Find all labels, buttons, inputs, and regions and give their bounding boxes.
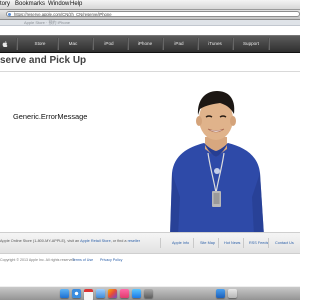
error-message: Generic.ErrorMessage xyxy=(13,112,88,121)
nav-separator xyxy=(92,38,93,50)
footer-link-rss-feeds[interactable]: RSS Feeds xyxy=(249,237,268,249)
finder-icon[interactable] xyxy=(60,289,69,298)
apple-staff-photo xyxy=(170,91,264,236)
address-bar[interactable]: https://reserve.apple.com/CN/zh_CN/reser… xyxy=(6,11,300,17)
footer-separator xyxy=(268,238,269,248)
app-store-icon[interactable] xyxy=(132,289,141,298)
footer-separator xyxy=(218,238,219,248)
preferences-icon[interactable] xyxy=(144,289,153,298)
photos-icon[interactable] xyxy=(108,289,117,298)
footer-link-hot-news[interactable]: Hot News xyxy=(224,237,240,249)
copyright-line: Copyright © 2013 Apple Inc. All rights r… xyxy=(0,256,300,264)
nav-support[interactable]: Support xyxy=(239,36,263,52)
music-icon[interactable] xyxy=(120,289,129,298)
footer-shop-middle: , or find a xyxy=(110,239,127,243)
mail-icon[interactable] xyxy=(96,289,105,298)
footer-link-apple-info[interactable]: Apple Info xyxy=(172,237,189,249)
nav-ipad[interactable]: iPad xyxy=(172,36,186,52)
menu-help[interactable]: Help xyxy=(70,0,82,9)
terms-of-use-link[interactable]: Terms of Use xyxy=(72,256,93,264)
apple-logo-icon[interactable] xyxy=(2,41,8,47)
footer-shop-text: Apple Online Store (1-800-MY-APPLE), vis… xyxy=(0,239,140,243)
page-title: serve and Pick Up xyxy=(0,55,87,66)
footer-link-site-map[interactable]: Site Map xyxy=(200,237,215,249)
footer-links: Apple Info Site Map Hot News RSS Feeds C… xyxy=(160,237,300,249)
nav-separator xyxy=(57,38,58,50)
title-divider xyxy=(0,71,300,72)
footer-shop-prefix: Apple Online Store (1-800-MY-APPLE), vis… xyxy=(0,239,80,243)
footer-separator xyxy=(160,238,161,248)
nav-separator xyxy=(162,38,163,50)
calendar-icon[interactable] xyxy=(84,289,93,300)
footer-reseller-link[interactable]: reseller xyxy=(128,239,140,243)
mac-menu-bar: tory Bookmarks Window Help xyxy=(0,0,300,10)
secure-site-icon xyxy=(8,13,11,16)
copyright-text: Copyright © 2013 Apple Inc. All rights r… xyxy=(0,258,76,262)
nav-ipod[interactable]: iPod xyxy=(102,36,116,52)
nav-mac[interactable]: Mac xyxy=(66,36,80,52)
address-url: https://reserve.apple.com/CN/zh_CN/reser… xyxy=(14,12,112,17)
menu-window[interactable]: Window xyxy=(48,0,69,9)
nav-iphone[interactable]: iPhone xyxy=(134,36,156,52)
nav-separator xyxy=(127,38,128,50)
privacy-policy-link[interactable]: Privacy Policy xyxy=(100,256,122,264)
footer-separator xyxy=(193,238,194,248)
store-subbar: Apple Store · 预约 iPhone xyxy=(0,20,300,26)
nav-separator xyxy=(197,38,198,50)
mac-dock xyxy=(0,286,300,300)
footer-bar: Apple Online Store (1-800-MY-APPLE), vis… xyxy=(0,232,300,254)
global-nav: Store Mac iPod iPhone iPad iTunes Suppor… xyxy=(0,35,300,53)
nav-separator xyxy=(16,38,17,50)
browser-toolbar: https://reserve.apple.com/CN/zh_CN/reser… xyxy=(0,10,300,20)
downloads-icon[interactable] xyxy=(216,289,225,298)
safari-icon[interactable] xyxy=(72,289,81,298)
page: tory Bookmarks Window Help https://reser… xyxy=(0,0,300,300)
trash-icon[interactable] xyxy=(228,289,237,298)
nav-separator xyxy=(232,38,233,50)
menu-bookmarks[interactable]: Bookmarks xyxy=(15,0,45,9)
nav-separator xyxy=(268,38,269,50)
footer-link-contact-us[interactable]: Contact Us xyxy=(275,237,294,249)
footer-separator xyxy=(243,238,244,248)
footer-retail-store-link[interactable]: Apple Retail Store xyxy=(80,239,111,243)
menu-history[interactable]: tory xyxy=(0,0,10,9)
subbar-text: Apple Store · 预约 iPhone xyxy=(24,20,71,25)
nav-itunes[interactable]: iTunes xyxy=(204,36,226,52)
nav-store[interactable]: Store xyxy=(30,36,50,52)
